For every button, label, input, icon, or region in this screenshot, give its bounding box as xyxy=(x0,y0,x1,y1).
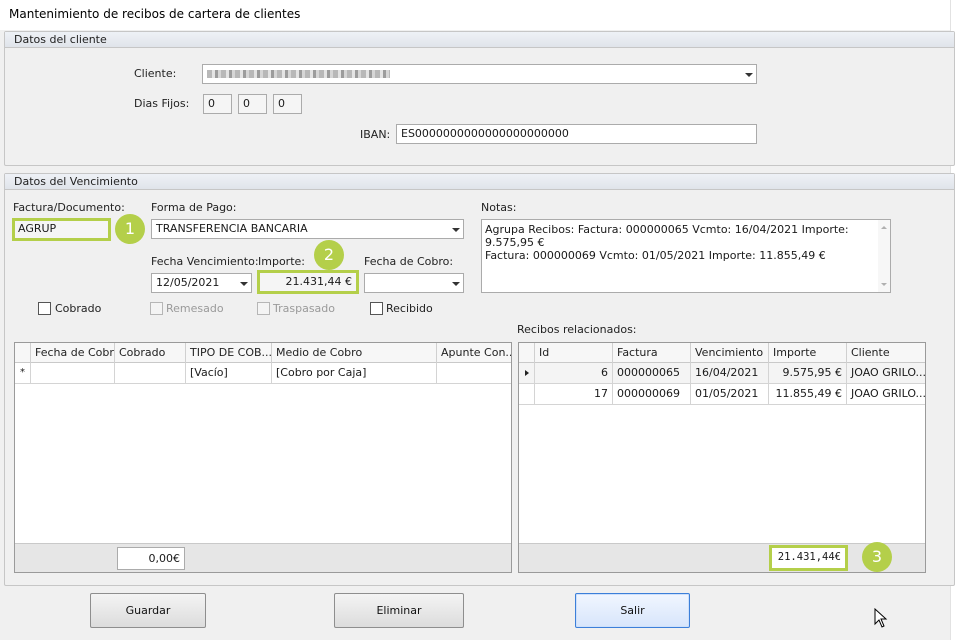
table-cell[interactable]: 01/05/2021 xyxy=(691,384,769,404)
iban-field[interactable]: ES0000000000000000000000 xyxy=(396,124,757,144)
notas-scrollbar[interactable] xyxy=(878,220,890,292)
new-row[interactable]: * [Vacío] [Cobro por Caja] xyxy=(15,363,511,384)
cobrado-label: Cobrado xyxy=(55,302,102,315)
col-cliente[interactable]: Cliente xyxy=(847,343,925,363)
cobros-grid[interactable]: Fecha de Cobro Cobrado TIPO DE COB... Me… xyxy=(14,342,512,573)
annotation-badge-3: 3 xyxy=(862,542,892,572)
forma-pago-value: TRANSFERENCIA BANCARIA xyxy=(156,222,308,235)
table-cell[interactable]: [Vacío] xyxy=(186,363,272,383)
remesado-label: Remesado xyxy=(166,302,224,315)
cliente-label: Cliente: xyxy=(134,67,177,80)
mouse-cursor-icon xyxy=(874,608,888,628)
importe-field[interactable]: 21.431,44 € xyxy=(257,270,359,294)
table-cell[interactable]: 17 xyxy=(535,384,613,404)
row-pointer-icon xyxy=(525,370,529,376)
remesado-checkbox[interactable] xyxy=(150,302,163,315)
notas-line-1: Agrupa Recibos: Factura: 000000065 Vcmto… xyxy=(485,223,849,249)
fecha-venc-value: 12/05/2021 xyxy=(156,276,220,289)
recibos-total: 21.431,44€ xyxy=(769,545,848,571)
table-cell[interactable]: JOAO GRILO... xyxy=(847,363,925,383)
scroll-up-icon[interactable] xyxy=(881,226,887,229)
forma-pago-label: Forma de Pago: xyxy=(151,201,237,214)
col-factura[interactable]: Factura xyxy=(613,343,691,363)
annotation-badge-1: 1 xyxy=(115,214,145,244)
table-cell[interactable] xyxy=(437,363,511,383)
table-row[interactable]: 6 000000065 16/04/2021 9.575,95 € JOAO G… xyxy=(519,363,925,384)
chevron-down-icon[interactable] xyxy=(745,73,753,77)
eliminar-button[interactable]: Eliminar xyxy=(334,593,464,628)
table-cell[interactable]: 9.575,95 € xyxy=(769,363,847,383)
table-cell[interactable]: [Cobro por Caja] xyxy=(272,363,437,383)
forma-pago-combo[interactable]: TRANSFERENCIA BANCARIA xyxy=(151,219,464,239)
table-cell[interactable]: 000000069 xyxy=(613,384,691,404)
recibos-grid-header: Id Factura Vencimiento Importe Cliente xyxy=(519,343,925,363)
notas-label: Notas: xyxy=(481,201,517,214)
table-cell[interactable] xyxy=(115,363,186,383)
cliente-combo[interactable] xyxy=(202,64,757,84)
recibos-relacionados-label: Recibos relacionados: xyxy=(517,323,637,336)
recibos-grid[interactable]: Id Factura Vencimiento Importe Cliente 6… xyxy=(518,342,926,573)
table-cell[interactable]: JOAO GRILO... xyxy=(847,384,925,404)
chevron-down-icon[interactable] xyxy=(452,282,460,286)
col-cobrado[interactable]: Cobrado xyxy=(115,343,186,363)
factura-field[interactable]: AGRUP xyxy=(12,218,111,241)
scroll-down-icon[interactable] xyxy=(881,283,887,286)
dias-fijos-label: Dias Fijos: xyxy=(134,97,190,110)
factura-label: Factura/Documento: xyxy=(13,201,125,214)
iban-label: IBAN: xyxy=(360,128,391,141)
col-id[interactable]: Id xyxy=(535,343,613,363)
table-cell[interactable] xyxy=(31,363,115,383)
table-row[interactable]: 17 000000069 01/05/2021 11.855,49 € JOAO… xyxy=(519,384,925,405)
traspasado-checkbox[interactable] xyxy=(257,302,270,315)
notas-line-2: Factura: 000000069 Vcmto: 01/05/2021 Imp… xyxy=(485,249,826,262)
traspasado-label: Traspasado xyxy=(273,302,336,315)
table-cell[interactable]: 16/04/2021 xyxy=(691,363,769,383)
cobrado-checkbox[interactable] xyxy=(38,302,51,315)
row-indicator xyxy=(519,384,535,404)
current-row-indicator xyxy=(519,363,535,383)
col-tipo-cobro[interactable]: TIPO DE COB... xyxy=(186,343,272,363)
fecha-venc-label: Fecha Vencimiento: xyxy=(151,255,259,268)
table-cell[interactable]: 11.855,49 € xyxy=(769,384,847,404)
importe-label: Importe: xyxy=(258,255,305,268)
chevron-down-icon[interactable] xyxy=(452,228,460,232)
guardar-button[interactable]: Guardar xyxy=(90,593,206,628)
row-indicator-header xyxy=(15,343,31,363)
col-vencimiento[interactable]: Vencimiento xyxy=(691,343,769,363)
cobros-grid-footer: 0,00€ xyxy=(15,543,511,572)
salir-button[interactable]: Salir xyxy=(575,593,690,628)
window-title: Mantenimiento de recibos de cartera de c… xyxy=(9,7,301,21)
table-cell[interactable]: 6 xyxy=(535,363,613,383)
row-indicator-header xyxy=(519,343,535,363)
fecha-venc-combo[interactable]: 12/05/2021 xyxy=(151,273,252,293)
dias-fijos-field-2[interactable]: 0 xyxy=(238,94,267,114)
dias-fijos-field-3[interactable]: 0 xyxy=(273,94,302,114)
cliente-group-title: Datos del cliente xyxy=(5,32,954,48)
table-cell[interactable]: 000000065 xyxy=(613,363,691,383)
cobros-total: 0,00€ xyxy=(117,547,185,570)
vencimiento-group-title: Datos del Vencimiento xyxy=(5,174,954,190)
col-apunte[interactable]: Apunte Con... xyxy=(437,343,511,363)
recibido-checkbox[interactable] xyxy=(370,302,383,315)
cobros-grid-header: Fecha de Cobro Cobrado TIPO DE COB... Me… xyxy=(15,343,511,363)
col-importe[interactable]: Importe xyxy=(769,343,847,363)
cliente-redacted xyxy=(207,70,390,78)
notas-textarea[interactable]: Agrupa Recibos: Factura: 000000065 Vcmto… xyxy=(481,219,891,293)
col-fecha-cobro[interactable]: Fecha de Cobro xyxy=(31,343,115,363)
col-medio-cobro[interactable]: Medio de Cobro xyxy=(272,343,437,363)
fecha-cobro-label: Fecha de Cobro: xyxy=(364,255,454,268)
fecha-cobro-combo[interactable] xyxy=(364,273,464,293)
annotation-badge-2: 2 xyxy=(314,240,344,270)
new-row-marker: * xyxy=(15,363,31,383)
recibido-label: Recibido xyxy=(386,302,433,315)
dias-fijos-field-1[interactable]: 0 xyxy=(203,94,232,114)
chevron-down-icon[interactable] xyxy=(240,282,248,286)
